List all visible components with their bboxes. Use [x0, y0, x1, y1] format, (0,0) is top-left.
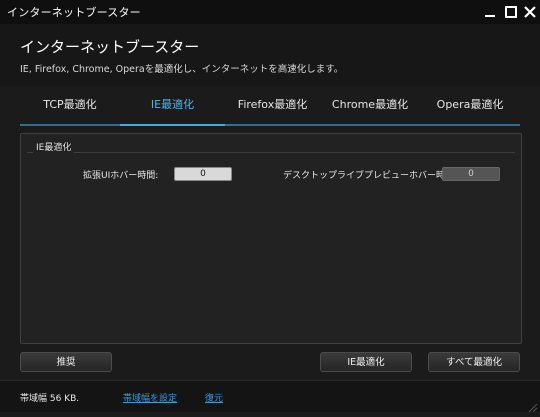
set-bandwidth-link[interactable]: 帯域幅を設定: [123, 391, 177, 404]
bandwidth-status: 帯域幅 56 KB.: [20, 394, 80, 404]
maximize-icon[interactable]: [502, 3, 520, 21]
tab-opera[interactable]: Opera最適化: [420, 88, 520, 122]
tab-firefox[interactable]: Firefox最適化: [225, 88, 320, 122]
tab-underline: [20, 124, 520, 126]
tab-bar: TCP最適化 IE最適化 Firefox最適化 Chrome最適化 Opera最…: [20, 88, 520, 126]
group-label: IE最適化: [33, 140, 75, 153]
desktop-preview-label: デスクトップライブプレビューホバー時間:: [283, 171, 458, 181]
minimize-icon[interactable]: [481, 3, 499, 21]
page-subtitle: IE, Firefox, Chrome, Operaを最適化し、インターネットを…: [20, 64, 344, 75]
group-divider: [27, 152, 515, 153]
title-bar: インターネットブースター: [0, 0, 540, 25]
ie-settings-panel: IE最適化 拡張UIホバー時間: デスクトップライブプレビューホバー時間:: [20, 133, 522, 344]
page-title: インターネットブースター: [20, 38, 200, 56]
close-icon[interactable]: [521, 3, 539, 21]
tab-tcp[interactable]: TCP最適化: [20, 88, 120, 122]
tab-ie[interactable]: IE最適化: [120, 88, 225, 122]
optimize-ie-button[interactable]: IE最適化: [320, 352, 412, 372]
optimize-all-button[interactable]: すべて最適化: [428, 352, 520, 372]
desktop-preview-input[interactable]: [442, 167, 500, 181]
ui-hover-input[interactable]: [174, 167, 232, 181]
window-title: インターネットブースター: [7, 6, 141, 19]
active-tab-indicator: [120, 124, 225, 126]
ui-hover-label: 拡張UIホバー時間:: [83, 171, 159, 181]
status-bar: 帯域幅 56 KB. 帯域幅を設定 復元: [0, 380, 540, 413]
tab-chrome[interactable]: Chrome最適化: [320, 88, 420, 122]
app-header: インターネットブースター IE, Firefox, Chrome, Operaを…: [0, 24, 540, 86]
recommend-button[interactable]: 推奨: [20, 352, 112, 372]
restore-link[interactable]: 復元: [205, 391, 223, 404]
resize-grip-icon[interactable]: [526, 398, 538, 413]
